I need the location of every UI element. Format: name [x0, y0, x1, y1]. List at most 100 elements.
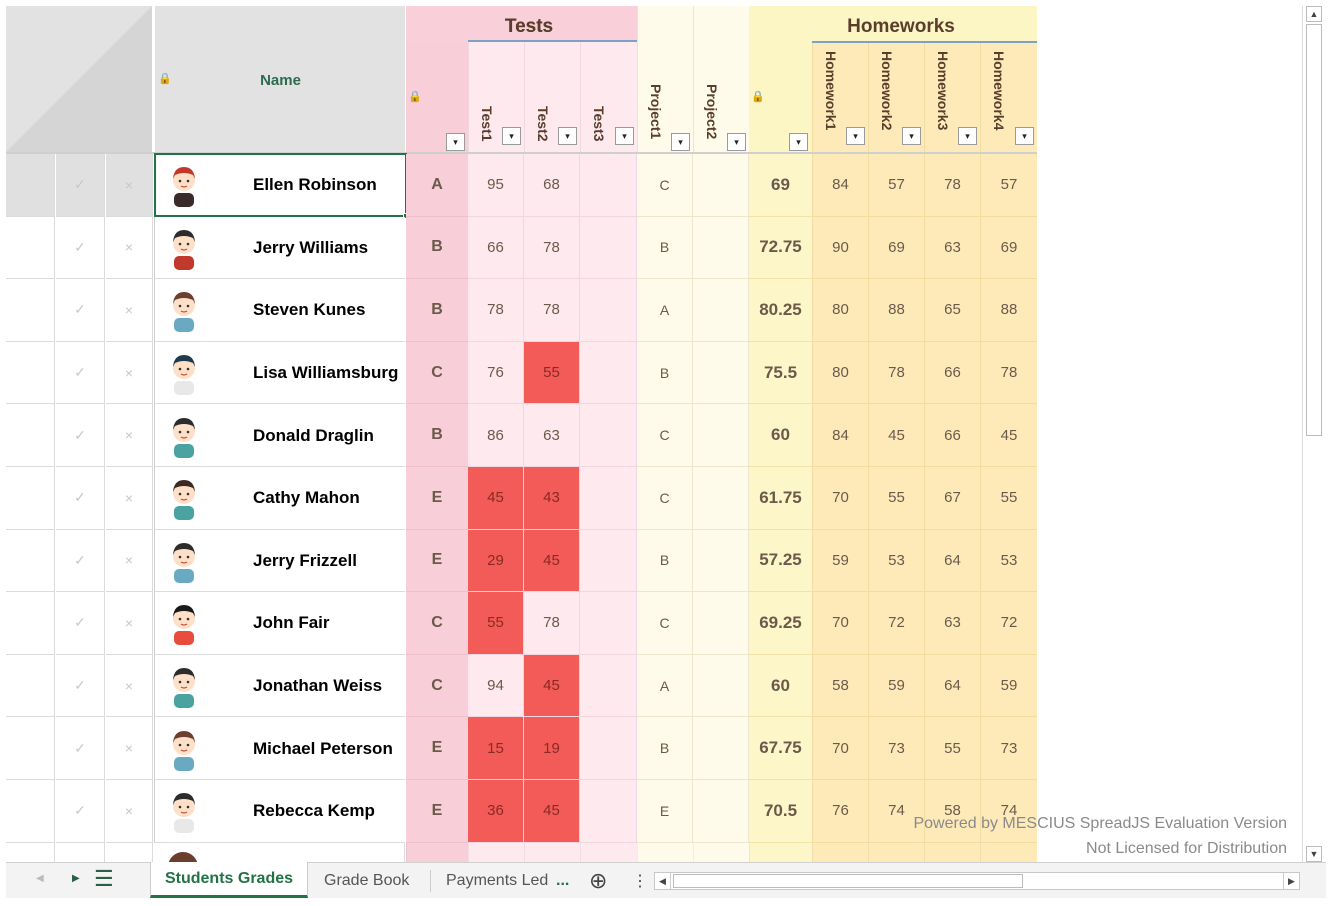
approve-cell[interactable]: ✓ [56, 654, 105, 718]
project-cell[interactable] [693, 529, 749, 593]
check-icon[interactable]: ✓ [74, 427, 86, 444]
homework-score-cell[interactable]: 69 [868, 216, 924, 280]
test-score-cell[interactable]: 94 [468, 654, 524, 718]
grade-cell[interactable]: E [406, 780, 468, 843]
corner-header[interactable] [6, 6, 152, 152]
reject-cell[interactable]: × [106, 467, 153, 530]
row-header-cell[interactable] [6, 341, 55, 405]
test-score-cell[interactable]: 36 [468, 780, 524, 843]
homework-score-cell[interactable]: 78 [924, 154, 980, 217]
test-score-cell[interactable] [580, 279, 637, 342]
reject-cell[interactable]: × [106, 529, 153, 593]
project-cell[interactable] [693, 404, 749, 467]
grade-cell[interactable]: E [406, 529, 468, 593]
row-header-cell[interactable] [6, 654, 55, 718]
test-score-cell[interactable] [580, 467, 637, 530]
homework-score-cell[interactable]: 70 [812, 592, 868, 655]
close-icon[interactable]: × [125, 552, 133, 568]
reject-cell[interactable]: × [106, 216, 153, 280]
homework-score-cell[interactable]: 88 [980, 279, 1037, 342]
project-cell[interactable]: B [637, 216, 693, 280]
filter-dropdown-button[interactable]: ▾ [902, 127, 921, 145]
tab-nav-prev-icon[interactable]: ◀ [36, 873, 44, 884]
grade-cell[interactable]: B [406, 216, 468, 280]
project-cell[interactable]: E [637, 780, 693, 843]
reject-cell[interactable]: × [106, 154, 153, 217]
project-cell[interactable]: A [637, 654, 693, 718]
homework-column-header[interactable]: Homework1 ▾ [812, 43, 868, 152]
project-cell[interactable]: A [637, 279, 693, 342]
grade-cell[interactable]: C [406, 654, 468, 718]
row-header-cell[interactable] [6, 592, 55, 655]
check-icon[interactable]: ✓ [74, 489, 86, 506]
project-cell[interactable] [693, 717, 749, 780]
filter-dropdown-button[interactable]: ▾ [446, 133, 465, 151]
test-score-cell[interactable]: 78 [468, 279, 524, 342]
check-icon[interactable]: ✓ [74, 176, 86, 193]
name-cell[interactable]: Ellen Robinson [154, 153, 409, 219]
name-cell[interactable]: Cathy Mahon [154, 467, 405, 530]
close-icon[interactable]: × [125, 740, 133, 756]
homework-score-cell[interactable]: 73 [980, 717, 1037, 780]
homework-average-cell[interactable]: 67.75 [749, 717, 812, 780]
approve-cell[interactable]: ✓ [56, 154, 105, 217]
test-score-cell[interactable]: 55 [468, 592, 524, 655]
check-icon[interactable]: ✓ [74, 239, 86, 256]
filter-dropdown-button[interactable]: ▾ [671, 133, 690, 151]
test-score-cell[interactable] [580, 592, 637, 655]
reject-cell[interactable]: × [106, 654, 153, 718]
grade-cell[interactable]: B [406, 279, 468, 342]
row-header-cell[interactable] [6, 216, 55, 280]
test-score-cell[interactable]: 63 [524, 404, 580, 467]
row-header-cell[interactable] [6, 780, 55, 843]
reject-cell[interactable]: × [106, 592, 153, 655]
homework-score-cell[interactable]: 80 [812, 279, 868, 342]
homework-score-cell[interactable]: 70 [812, 467, 868, 530]
scroll-thumb[interactable] [1306, 24, 1322, 436]
filter-dropdown-button[interactable]: ▾ [846, 127, 865, 145]
project-cell[interactable]: C [637, 467, 693, 530]
project-cell[interactable] [693, 654, 749, 718]
filter-dropdown-button[interactable]: ▾ [727, 133, 746, 151]
project-cell[interactable]: C [637, 154, 693, 217]
row-header-cell[interactable] [6, 279, 55, 342]
approve-cell[interactable]: ✓ [56, 279, 105, 342]
test-score-cell[interactable]: 29 [468, 529, 524, 593]
test-score-cell[interactable]: 68 [524, 154, 580, 217]
homework-score-cell[interactable]: 53 [868, 529, 924, 593]
homework-score-cell[interactable]: 66 [924, 404, 980, 467]
name-cell[interactable]: Jerry Frizzell [154, 529, 405, 593]
check-icon[interactable]: ✓ [74, 740, 86, 757]
project-cell[interactable] [693, 780, 749, 843]
homework-score-cell[interactable]: 55 [980, 467, 1037, 530]
test-score-cell[interactable] [580, 780, 637, 843]
name-column-header[interactable]: 🔒 Name [154, 6, 405, 152]
project-cell[interactable] [693, 279, 749, 342]
check-icon[interactable]: ✓ [74, 301, 86, 318]
tab-overflow-icon[interactable]: ... [556, 864, 569, 898]
add-sheet-icon[interactable]: ⊕ [589, 864, 607, 898]
homework-average-cell[interactable]: 69.25 [749, 592, 812, 655]
scroll-down-button[interactable]: ▼ [1306, 846, 1322, 862]
test-score-cell[interactable]: 55 [524, 341, 580, 405]
grade-cell[interactable]: E [406, 717, 468, 780]
close-icon[interactable]: × [125, 239, 133, 255]
reject-cell[interactable]: × [106, 780, 153, 843]
homework-score-cell[interactable]: 78 [868, 341, 924, 405]
project-cell[interactable] [693, 216, 749, 280]
approve-cell[interactable]: ✓ [56, 529, 105, 593]
homework-average-cell[interactable]: 60 [749, 654, 812, 718]
test-score-cell[interactable] [580, 654, 637, 718]
filter-dropdown-button[interactable]: ▾ [958, 127, 977, 145]
homework-score-cell[interactable]: 73 [868, 717, 924, 780]
close-icon[interactable]: × [125, 490, 133, 506]
close-icon[interactable]: × [125, 365, 133, 381]
close-icon[interactable]: × [125, 803, 133, 819]
test-score-cell[interactable]: 76 [468, 341, 524, 405]
reject-cell[interactable]: × [106, 341, 153, 405]
row-header-cell[interactable] [6, 404, 55, 467]
test-column-header[interactable]: Test2 ▾ [524, 42, 580, 152]
test-score-cell[interactable] [580, 341, 637, 405]
filter-dropdown-button[interactable]: ▾ [558, 127, 577, 145]
test-score-cell[interactable]: 43 [524, 467, 580, 530]
